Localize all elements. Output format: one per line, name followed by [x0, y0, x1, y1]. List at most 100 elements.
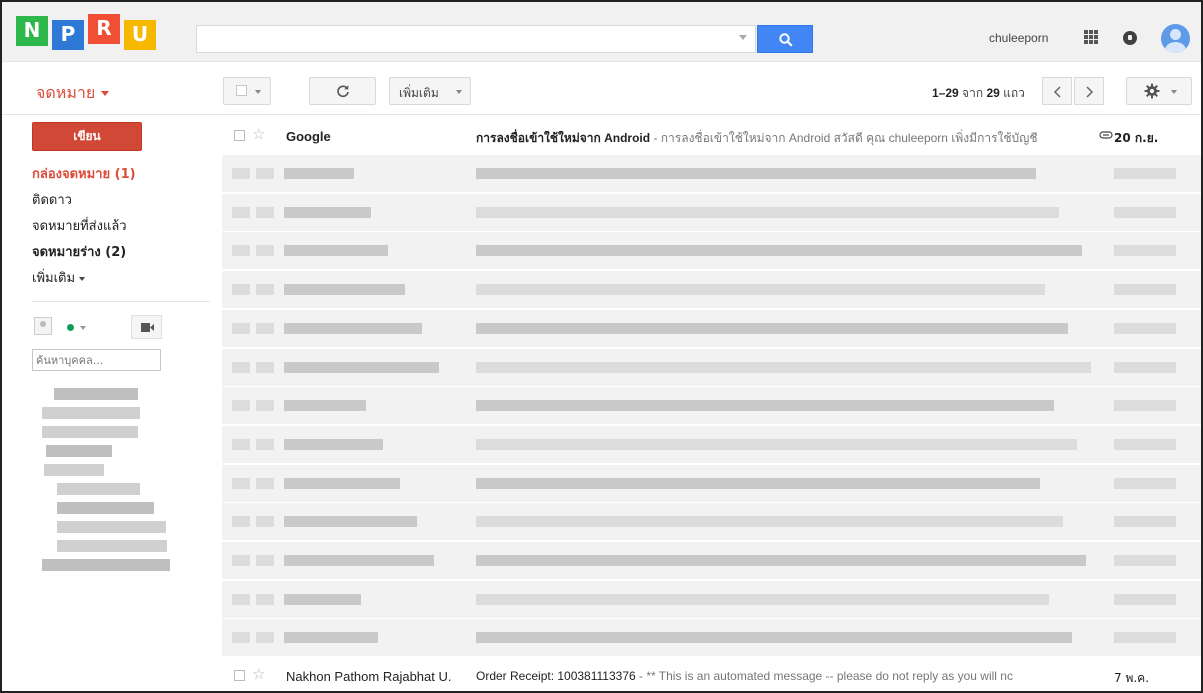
message-subject-line: Order Receipt: 100381113376 - ** This is…	[476, 669, 1096, 683]
notifications-icon[interactable]	[1123, 31, 1137, 45]
redacted-contact[interactable]	[42, 407, 140, 419]
redacted-text	[232, 322, 250, 334]
redacted-text	[256, 168, 274, 179]
logo-letter-tile: P	[52, 20, 84, 50]
redacted-contact[interactable]	[42, 559, 170, 571]
search-input[interactable]	[197, 26, 717, 52]
redacted-message-row[interactable]	[222, 580, 1201, 618]
redacted-text	[1114, 245, 1176, 257]
select-checkbox[interactable]	[236, 85, 247, 96]
top-header: NPRU chuleeporn	[2, 2, 1201, 62]
mail-menu[interactable]: จดหมาย	[36, 81, 110, 106]
redacted-contact[interactable]	[54, 388, 138, 400]
logo-letter-tile: N	[16, 16, 48, 46]
redacted-message-row[interactable]	[222, 155, 1201, 192]
people-search-input[interactable]	[32, 349, 161, 371]
compose-button[interactable]: เขียน	[32, 122, 142, 151]
chevron-down-icon[interactable]	[80, 326, 86, 330]
search-options-icon[interactable]	[739, 35, 747, 40]
message-row[interactable]: ☆ Nakhon Pathom Rajabhat U. Order Receip…	[222, 658, 1201, 691]
sidebar-item-starred[interactable]: ติดดาว	[32, 188, 210, 214]
gear-icon	[1144, 83, 1160, 99]
online-status-icon[interactable]	[67, 324, 74, 331]
sidebar-item-sent[interactable]: จดหมายที่ส่งแล้ว	[32, 214, 210, 240]
hangouts-bar	[32, 315, 162, 339]
redacted-text	[232, 516, 250, 528]
redacted-text	[1114, 477, 1176, 489]
redacted-text	[232, 555, 250, 566]
refresh-button[interactable]	[309, 77, 376, 105]
redacted-text	[284, 168, 354, 179]
redacted-text	[232, 361, 250, 373]
redacted-text	[256, 593, 274, 605]
redacted-text	[284, 206, 371, 218]
select-all-button[interactable]	[223, 77, 271, 105]
redacted-text	[256, 245, 274, 257]
redacted-contact[interactable]	[42, 426, 138, 438]
gmail-window: NPRU chuleeporn จดหมาย เพิ่มเติม 1–29 จา…	[0, 0, 1203, 693]
older-button[interactable]	[1074, 77, 1104, 105]
more-actions-button[interactable]: เพิ่มเติม	[389, 77, 471, 105]
redacted-message-row[interactable]	[222, 271, 1201, 309]
star-icon[interactable]: ☆	[252, 125, 265, 143]
message-sender: Nakhon Pathom Rajabhat U.	[286, 669, 452, 684]
redacted-contact[interactable]	[57, 540, 167, 552]
redacted-text	[284, 322, 422, 334]
account-avatar[interactable]	[1161, 24, 1190, 53]
redacted-message-row[interactable]	[222, 309, 1201, 347]
redacted-contact[interactable]	[57, 483, 140, 495]
star-icon[interactable]: ☆	[252, 665, 265, 683]
mail-menu-label: จดหมาย	[36, 83, 96, 102]
redacted-text	[232, 284, 250, 296]
redacted-message-row[interactable]	[222, 387, 1201, 425]
redacted-text	[476, 438, 1077, 450]
redacted-message-row[interactable]	[222, 425, 1201, 463]
message-row[interactable]: ☆ Google การลงชื่อเข้าใช้ใหม่จาก Android…	[222, 118, 1201, 155]
row-checkbox[interactable]	[234, 670, 245, 681]
redacted-text	[232, 593, 250, 605]
toolbar: จดหมาย เพิ่มเติม 1–29 จาก 29 แถว	[2, 63, 1201, 115]
video-call-button[interactable]	[131, 315, 162, 339]
redacted-text	[256, 438, 274, 450]
redacted-text	[1114, 322, 1176, 334]
pager-total: 29	[986, 86, 1000, 100]
hangouts-avatar-icon[interactable]	[34, 317, 52, 335]
redacted-message-row[interactable]	[222, 232, 1201, 270]
nrpu-logo[interactable]: NPRU	[16, 10, 166, 52]
message-list: ☆ Google การลงชื่อเข้าใช้ใหม่จาก Android…	[222, 118, 1201, 691]
redacted-message-row[interactable]	[222, 542, 1201, 579]
account-username[interactable]: chuleeporn	[989, 31, 1048, 45]
redacted-message-row[interactable]	[222, 503, 1201, 541]
redacted-message-row[interactable]	[222, 464, 1201, 502]
redacted-text	[232, 632, 250, 644]
search-button[interactable]	[757, 25, 813, 53]
apps-grid-icon[interactable]	[1084, 30, 1098, 44]
redacted-text	[476, 516, 1063, 528]
redacted-text	[232, 438, 250, 450]
redacted-message-row[interactable]	[222, 619, 1201, 657]
redacted-contact[interactable]	[57, 502, 154, 514]
sidebar-item-inbox[interactable]: กล่องจดหมาย (1)	[32, 162, 210, 188]
redacted-message-row[interactable]	[222, 193, 1201, 231]
redacted-text	[1114, 555, 1176, 566]
newer-button[interactable]	[1042, 77, 1072, 105]
sidebar-item-drafts[interactable]: จดหมายร่าง (2)	[32, 240, 210, 266]
redacted-text	[476, 593, 1049, 605]
search-box[interactable]	[196, 25, 756, 53]
redacted-text	[1114, 400, 1176, 412]
logo-letter-tile: U	[124, 20, 156, 50]
redacted-text	[476, 206, 1059, 218]
settings-button[interactable]	[1126, 77, 1192, 105]
redacted-text	[256, 555, 274, 566]
sidebar-item-more[interactable]: เพิ่มเติม	[32, 266, 210, 292]
message-subject: Order Receipt: 100381113376	[476, 669, 636, 683]
redacted-contact[interactable]	[57, 521, 166, 533]
attachment-icon	[1099, 131, 1113, 139]
redacted-message-row[interactable]	[222, 348, 1201, 386]
row-checkbox[interactable]	[234, 130, 245, 141]
redacted-text	[256, 516, 274, 528]
pagination-info: 1–29 จาก 29 แถว	[932, 84, 1025, 103]
redacted-contact[interactable]	[44, 464, 104, 476]
redacted-text	[256, 477, 274, 489]
redacted-contact[interactable]	[46, 445, 112, 457]
